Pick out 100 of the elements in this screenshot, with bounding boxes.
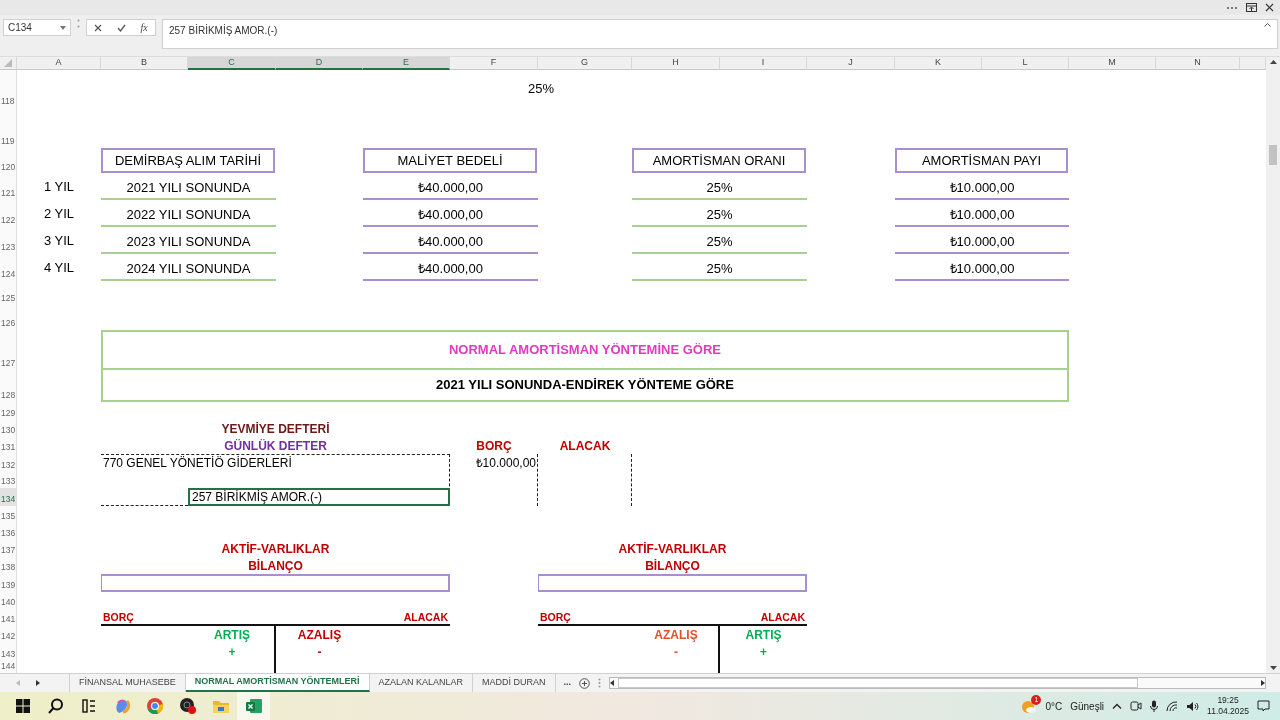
row-header[interactable]: 126	[0, 305, 17, 330]
row-header[interactable]: 120	[0, 148, 17, 174]
table-header: AMORTİSMAN PAYI	[895, 148, 1068, 173]
check-icon[interactable]	[116, 23, 126, 32]
table-header: MALİYET BEDELİ	[363, 148, 537, 173]
spreadsheet-icon[interactable]	[244, 697, 263, 715]
side-label: AZALIŞ	[653, 626, 699, 643]
row-header[interactable]: 139	[0, 574, 17, 592]
ribbon-display-icon[interactable]	[1246, 3, 1257, 12]
active-cell[interactable]: 257 BİRİKMİŞ AMOR.(-)	[188, 488, 450, 506]
column-header[interactable]: H	[632, 57, 720, 70]
side-label: AZALIŞ	[296, 626, 343, 643]
column-header[interactable]: F	[450, 57, 538, 70]
table-cell: ₺40.000,00	[363, 254, 538, 281]
start-icon[interactable]	[13, 697, 32, 715]
row-header[interactable]: 132	[0, 454, 17, 472]
record-icon[interactable]	[178, 697, 197, 715]
volume-icon[interactable]	[1186, 700, 1200, 712]
scrollbar-thumb[interactable]	[1269, 145, 1277, 165]
table-cell: ₺40.000,00	[363, 200, 538, 227]
sheet-tab[interactable]: NORMAL AMORTİSMAN YÖNTEMLERİ	[185, 674, 370, 692]
notifications-icon[interactable]	[1257, 700, 1270, 712]
column-header[interactable]: M	[1069, 57, 1156, 70]
row-header[interactable]: 118	[0, 70, 17, 108]
chevron-up-icon[interactable]	[1112, 703, 1123, 709]
cancel-icon[interactable]	[94, 23, 103, 32]
more-tabs-button[interactable]: ...	[555, 676, 580, 690]
row-header[interactable]: 123	[0, 227, 17, 254]
column-header[interactable]: G	[538, 57, 632, 70]
row-header[interactable]: 135	[0, 506, 17, 523]
more-icon[interactable]	[1226, 5, 1238, 10]
options-icon[interactable]	[598, 678, 602, 688]
formula-field[interactable]: 257 BİRİKMİŞ AMOR.(-)	[162, 19, 1278, 49]
drag-handle-icon	[77, 19, 80, 28]
row-header[interactable]: 129	[0, 402, 17, 420]
table-cell: ₺40.000,00	[363, 174, 538, 200]
journal-title: YEVMİYE DEFTERİ	[220, 420, 331, 437]
row-header[interactable]: 133	[0, 472, 17, 488]
close-icon[interactable]	[1265, 3, 1274, 12]
weather-icon[interactable]	[1021, 698, 1038, 715]
row-header[interactable]: 127	[0, 330, 17, 370]
row-header[interactable]: 134	[0, 488, 17, 506]
sign: +	[759, 644, 768, 661]
search-icon[interactable]	[46, 697, 65, 715]
row-header[interactable]: 131	[0, 437, 17, 454]
row-header[interactable]: 138	[0, 557, 17, 574]
table-cell: 25%	[632, 200, 807, 227]
collapse-icon[interactable]	[1264, 23, 1271, 27]
row-header[interactable]: 130	[0, 420, 17, 437]
amount: ₺10.000,00	[474, 455, 537, 472]
row-header[interactable]: 122	[0, 200, 17, 227]
row-header[interactable]: 143	[0, 643, 17, 661]
scroll-right-icon[interactable]	[1261, 680, 1265, 686]
journal-subtitle: GÜNLÜK DEFTER	[223, 437, 328, 454]
row-header[interactable]: 137	[0, 540, 17, 557]
scroll-right-icon[interactable]	[36, 680, 40, 686]
row-header[interactable]: 124	[0, 254, 17, 281]
row-header[interactable]: 121	[0, 174, 17, 200]
column-header[interactable]: I	[720, 57, 807, 70]
column-header[interactable]: E	[363, 57, 450, 70]
account-name[interactable]: 770 GENEL YÖNETİÖ GİDERLERİ	[101, 454, 450, 472]
table-cell: 2023 YILI SONUNDA	[101, 227, 276, 254]
caret-icon[interactable]	[60, 25, 66, 30]
row-header[interactable]: 136	[0, 523, 17, 540]
column-header[interactable]: D	[276, 57, 363, 70]
scrollbar-thumb[interactable]	[618, 678, 1139, 688]
column-label: BORÇ	[475, 437, 513, 454]
insert-function-button[interactable]: fx	[140, 20, 148, 35]
table-cell: ₺10.000,00	[895, 174, 1069, 200]
scroll-down-icon[interactable]	[1269, 666, 1277, 670]
wifi-icon[interactable]	[1166, 700, 1179, 712]
add-sheet-icon[interactable]	[579, 677, 591, 689]
row-header[interactable]: 128	[0, 370, 17, 402]
row-header[interactable]: 140	[0, 592, 17, 609]
column-header[interactable]: K	[895, 57, 982, 70]
row-header[interactable]: 142	[0, 626, 17, 643]
camera-icon[interactable]	[1130, 700, 1143, 712]
column-header[interactable]: A	[17, 57, 101, 70]
column-header[interactable]: C	[188, 57, 276, 70]
column-header[interactable]: J	[807, 57, 895, 70]
row-header[interactable]: 125	[0, 281, 17, 305]
scroll-up-icon[interactable]	[1269, 60, 1277, 64]
scroll-left-icon[interactable]	[610, 680, 615, 686]
name-box[interactable]: C134	[3, 19, 71, 36]
column-header[interactable]: B	[101, 57, 188, 70]
task-view-icon[interactable]	[79, 697, 98, 715]
browser-icon[interactable]	[145, 697, 164, 715]
sign: -	[316, 644, 323, 661]
account-name-field[interactable]	[538, 574, 807, 592]
column-header[interactable]: L	[982, 57, 1069, 70]
weather-text: Güneşli	[1070, 699, 1105, 714]
row-label: 2 YIL	[42, 204, 76, 223]
row-header[interactable]: 119	[0, 108, 17, 148]
column-header[interactable]: N	[1156, 57, 1240, 70]
microphone-icon[interactable]	[1150, 700, 1159, 712]
account-name-field[interactable]	[101, 574, 450, 592]
row-label: 3 YIL	[42, 231, 76, 250]
row-header[interactable]: 144	[0, 661, 17, 673]
table-cell: ₺10.000,00	[895, 200, 1069, 227]
row-header[interactable]: 141	[0, 609, 17, 626]
